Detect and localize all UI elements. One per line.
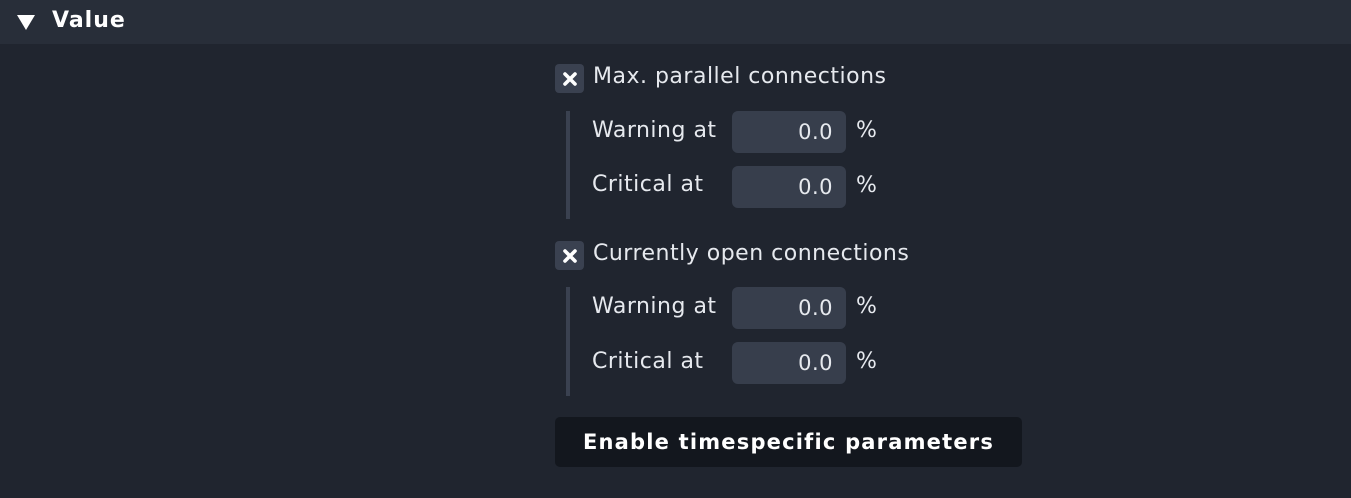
enable-timespecific-parameters-button[interactable]: Enable timespecific parameters bbox=[555, 417, 1022, 467]
section-title: Value bbox=[52, 8, 126, 33]
checkbox-currently-open-connections[interactable] bbox=[555, 241, 584, 270]
group-divider-line bbox=[566, 287, 570, 396]
open-connections-warning-input[interactable] bbox=[732, 287, 846, 329]
checkbox-max-parallel-connections[interactable] bbox=[555, 64, 584, 93]
group-divider-line bbox=[566, 111, 570, 219]
unit-label: % bbox=[856, 294, 877, 319]
open-connections-critical-input[interactable] bbox=[732, 342, 846, 384]
section-header-value[interactable]: Value bbox=[0, 0, 1351, 44]
warning-label: Warning at bbox=[592, 118, 717, 143]
x-mark-icon bbox=[562, 248, 577, 263]
critical-label: Critical at bbox=[592, 172, 704, 197]
max-parallel-critical-input[interactable] bbox=[732, 166, 846, 208]
warning-label: Warning at bbox=[592, 294, 717, 319]
checkbox-label-currently-open-connections[interactable]: Currently open connections bbox=[593, 241, 909, 266]
max-parallel-warning-input[interactable] bbox=[732, 111, 846, 153]
unit-label: % bbox=[856, 118, 877, 143]
checkbox-label-max-parallel-connections[interactable]: Max. parallel connections bbox=[593, 64, 886, 89]
x-mark-icon bbox=[562, 71, 577, 86]
triangle-down-icon[interactable] bbox=[17, 15, 35, 30]
unit-label: % bbox=[856, 349, 877, 374]
unit-label: % bbox=[856, 173, 877, 198]
critical-label: Critical at bbox=[592, 349, 704, 374]
